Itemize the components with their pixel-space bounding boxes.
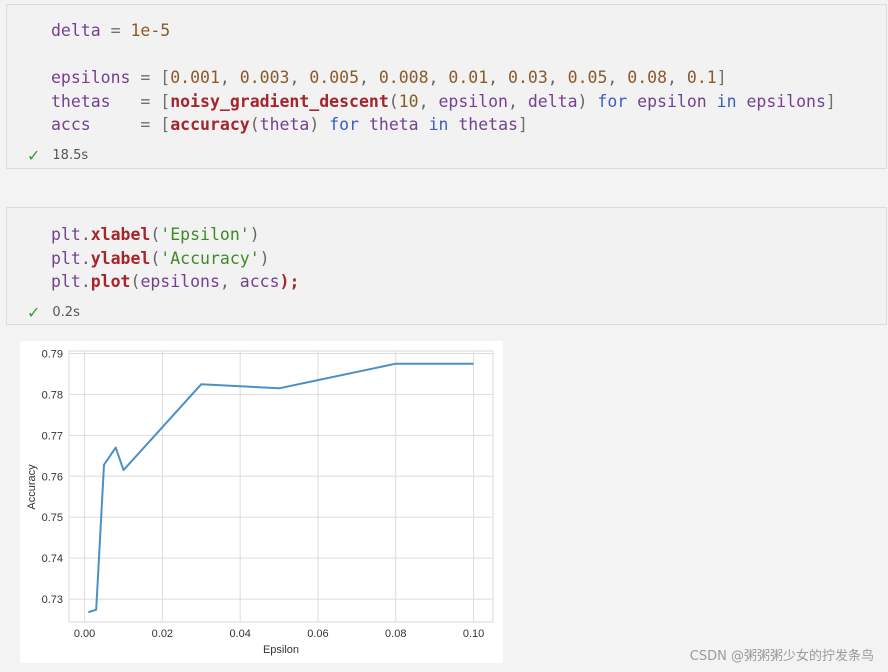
code-cell-1[interactable]: delta = 1e-5 epsilons = [0.001, 0.003, 0.… [6,4,887,169]
y-tick-label: 0.74 [42,553,63,565]
x-axis-label: Epsilon [263,644,299,656]
y-tick-label: 0.76 [42,471,63,483]
cell-status: ✓ 18.5s [27,146,88,165]
code-line: plt.plot(epsilons, accs); [51,272,300,292]
code-editor[interactable]: plt.xlabel('Epsilon') plt.ylabel('Accurac… [51,223,299,294]
x-tick-label: 0.10 [463,628,484,640]
execution-time: 18.5s [52,148,89,163]
x-tick-label: 0.04 [229,628,250,640]
code-cell-2[interactable]: plt.xlabel('Epsilon') plt.ylabel('Accurac… [6,207,887,325]
y-tick-label: 0.75 [42,512,63,524]
y-axis-label: Accuracy [26,464,38,510]
cell-output-plot: 0.00 0.02 0.04 0.06 0.08 0.10 0.73 0.74 0.75 0.7… [20,341,503,663]
y-tick-label: 0.73 [42,594,63,606]
cell-status: ✓ 0.2s [27,303,80,322]
code-line: plt.ylabel('Accuracy') [51,248,270,268]
code-line: thetas = [noisy_gradient_descent(10, eps… [51,91,836,111]
code-line: delta = 1e-5 [51,21,171,40]
code-line: epsilons = [0.001, 0.003, 0.005, 0.008, … [51,68,727,88]
watermark: CSDN @粥粥粥少女的拧发条鸟 [689,649,874,664]
plot-area [68,350,494,623]
x-tick-label: 0.06 [307,628,328,640]
x-tick-label: 0.08 [385,628,406,640]
x-tick-label: 0.00 [74,628,95,640]
check-icon: ✓ [27,303,41,322]
y-tick-label: 0.77 [42,430,63,442]
line-chart: 0.00 0.02 0.04 0.06 0.08 0.10 0.73 0.74 0.75 0.7… [26,348,494,656]
x-tick-label: 0.02 [152,628,173,640]
check-icon: ✓ [27,146,41,165]
y-tick-label: 0.78 [42,389,63,401]
code-line: accs = [accuracy(theta) for theta in the… [51,115,528,135]
execution-time: 0.2s [52,305,80,320]
y-tick-label: 0.79 [42,348,63,360]
code-editor[interactable]: delta = 1e-5 epsilons = [0.001, 0.003, 0.… [51,19,836,137]
code-line: plt.xlabel('Epsilon') [51,225,260,244]
